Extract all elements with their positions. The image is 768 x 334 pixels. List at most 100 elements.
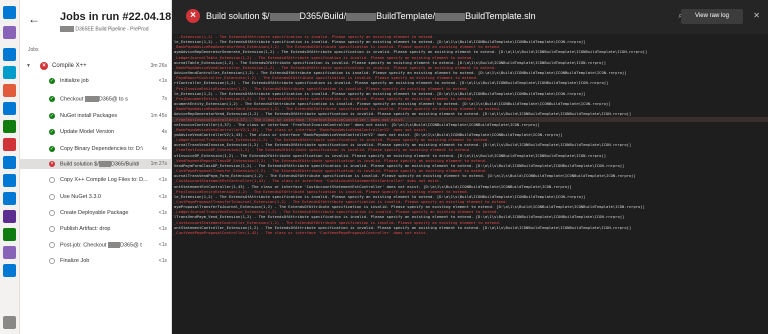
- task-name: Post-job: Checkout D365@ t: [60, 242, 142, 248]
- task-publish-artifact[interactable]: Publish Artifact: drop <1s: [20, 224, 171, 234]
- redacted-block: [346, 12, 377, 21]
- view-raw-log-button[interactable]: View raw log: [681, 9, 743, 24]
- log-viewer: × Build solution $/ D365/Build/BuildTempl…: [172, 0, 768, 334]
- deployment-groups-icon[interactable]: [3, 228, 16, 241]
- task-name: Publish Artifact: drop: [60, 226, 111, 232]
- task-name: Create Deployable Package: [60, 210, 129, 216]
- stage-duration: 3m 26s: [150, 63, 167, 69]
- error-status-icon: ×: [49, 161, 55, 167]
- task-duration: <1s: [158, 78, 167, 84]
- app-icon-rail: [0, 0, 20, 334]
- pending-status-icon: [49, 258, 55, 264]
- task-name-prefix: Build solution $/: [60, 161, 99, 168]
- task-name: Finalize Job: [60, 258, 90, 264]
- pipeline-name: D365EE Build Pipeline - PreProd: [75, 26, 149, 33]
- task-name: Copy Binary Dependencies to: D:\: [60, 146, 143, 152]
- success-check-icon: ✓: [49, 113, 55, 119]
- task-duration: <1s: [158, 258, 167, 264]
- log-header: × Build solution $/ D365/Build/BuildTempl…: [172, 0, 768, 34]
- task-name-suffix: D365/Build/: [110, 161, 140, 168]
- error-status-icon: ×: [186, 9, 200, 23]
- log-title-part: D365/Build/: [299, 11, 347, 21]
- task-duration: 4s: [161, 146, 167, 152]
- pending-status-icon: [49, 210, 55, 216]
- task-name: Build solution $/ D365/Build/: [60, 161, 139, 167]
- redacted-block: [60, 26, 74, 32]
- task-duration: 7s: [161, 96, 167, 102]
- task-initialize-job[interactable]: ✓ Initialize job <1s: [20, 76, 171, 86]
- task-name: Copy X++ Compile Log Files to: D...: [60, 177, 148, 183]
- success-check-icon: ✓: [49, 78, 55, 84]
- repos-icon[interactable]: [3, 84, 16, 97]
- task-name: Checkout D365@ to s: [60, 96, 128, 102]
- task-finalize-job[interactable]: Finalize Job <1s: [20, 256, 171, 266]
- task-name-suffix: D365@ t: [120, 242, 142, 249]
- pipeline-subtitle: D365EE Build Pipeline - PreProd: [60, 26, 149, 32]
- task-duration: <1s: [158, 177, 167, 183]
- pending-status-icon: [49, 194, 55, 200]
- task-groups-icon[interactable]: [3, 210, 16, 223]
- redacted-block: [269, 12, 300, 21]
- jobs-section-label: Jobs: [28, 47, 39, 53]
- task-duration: 4s: [161, 129, 167, 135]
- task-duration: 1m 45s: [150, 113, 167, 119]
- artifacts-icon[interactable]: [3, 138, 16, 151]
- flask-icon[interactable]: [3, 246, 16, 259]
- task-duration: <1s: [158, 226, 167, 232]
- log-title: Build solution $/ D365/Build/BuildTemplat…: [206, 11, 536, 21]
- close-icon[interactable]: ✕: [753, 11, 760, 20]
- pending-status-icon: [49, 242, 55, 248]
- task-duration: <1s: [158, 242, 167, 248]
- task-create-deployable-package[interactable]: Create Deployable Package <1s: [20, 208, 171, 218]
- releases-icon[interactable]: [3, 174, 16, 187]
- task-build-solution[interactable]: × Build solution $/ D365/Build/ 1m 27s: [20, 159, 171, 169]
- task-update-model-version[interactable]: ✓ Update Model Version 4s: [20, 127, 171, 137]
- redacted-block: [435, 12, 466, 21]
- log-title-suffix: BuildTemplate.sln: [465, 11, 536, 21]
- stage-compile[interactable]: ▼ × Compile X++ 3m 26s: [20, 60, 171, 72]
- task-name: Use NuGet 3.3.0: [60, 194, 101, 200]
- log-lines: ...Extension(1,2) - The ExtendsOfAttribu…: [172, 34, 768, 334]
- task-name: Initialize job: [60, 78, 89, 84]
- task-name-prefix: Post-job: Checkout: [60, 242, 108, 249]
- task-name-suffix: D365@ to s: [98, 96, 128, 103]
- task-copy-binary-dependencies[interactable]: ✓ Copy Binary Dependencies to: D:\ 4s: [20, 144, 171, 154]
- settings-icon[interactable]: [3, 316, 16, 329]
- task-name: NuGet install Packages: [60, 113, 118, 119]
- environments-icon[interactable]: [3, 156, 16, 169]
- overview-icon[interactable]: [3, 48, 16, 61]
- task-duration: <1s: [158, 210, 167, 216]
- boards-icon[interactable]: [3, 66, 16, 79]
- task-use-nuget[interactable]: Use NuGet 3.3.0 <1s: [20, 192, 171, 202]
- jobs-title: Jobs in run #22.04.18.1: [60, 11, 172, 23]
- task-checkout[interactable]: ✓ Checkout D365@ to s 7s: [20, 94, 171, 104]
- azure-devops-icon[interactable]: [3, 6, 16, 19]
- redacted-block: [108, 242, 120, 248]
- log-title-prefix: Build solution $/: [206, 11, 270, 21]
- extension-icon[interactable]: [3, 264, 16, 277]
- task-duration: 1m 27s: [150, 161, 167, 167]
- test-plans-icon[interactable]: [3, 120, 16, 133]
- log-line: _CustVendPaymProposalController(1,42) - …: [174, 229, 428, 235]
- log-title-part: BuildTemplate/: [376, 11, 436, 21]
- chevron-down-icon[interactable]: ▼: [26, 63, 31, 69]
- success-check-icon: ✓: [49, 129, 55, 135]
- redacted-block: [98, 161, 111, 167]
- pipelines-icon[interactable]: [3, 102, 16, 115]
- task-duration: <1s: [158, 194, 167, 200]
- stage-name: Compile X++: [52, 63, 87, 69]
- pending-status-icon: [49, 226, 55, 232]
- task-name-prefix: Checkout: [60, 96, 85, 103]
- error-status-icon: ×: [40, 62, 48, 70]
- task-post-job-checkout[interactable]: Post-job: Checkout D365@ t <1s: [20, 240, 171, 250]
- project-avatar-icon[interactable]: [3, 26, 16, 39]
- library-icon[interactable]: [3, 192, 16, 205]
- success-check-icon: ✓: [49, 96, 55, 102]
- pending-status-icon: [49, 177, 55, 183]
- success-check-icon: ✓: [49, 146, 55, 152]
- task-name: Update Model Version: [60, 129, 115, 135]
- back-arrow-icon[interactable]: ←: [28, 12, 40, 26]
- task-nuget-install[interactable]: ✓ NuGet install Packages 1m 45s: [20, 111, 171, 121]
- jobs-panel: ← Jobs in run #22.04.18.1 D365EE Build P…: [20, 0, 172, 334]
- task-copy-compile-logs[interactable]: Copy X++ Compile Log Files to: D... <1s: [20, 175, 171, 185]
